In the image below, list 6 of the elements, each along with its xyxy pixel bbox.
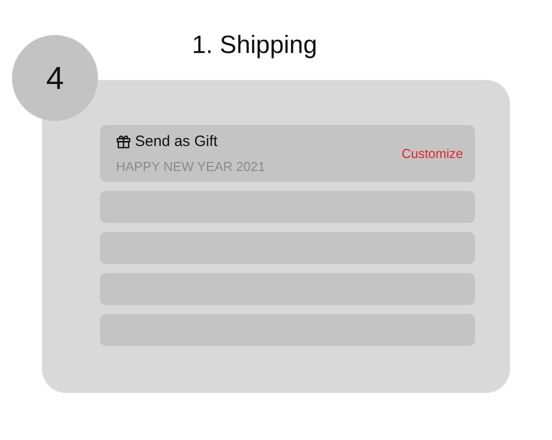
gift-label: Send as Gift [135,132,218,152]
page-title: 1. Shipping [192,30,318,60]
gift-message: HAPPY NEW YEAR 2021 [116,158,266,176]
step-badge: 4 [12,35,98,121]
gift-icon [116,134,131,150]
gift-option-row[interactable]: Send as Gift HAPPY NEW YEAR 2021 Customize [100,125,475,182]
